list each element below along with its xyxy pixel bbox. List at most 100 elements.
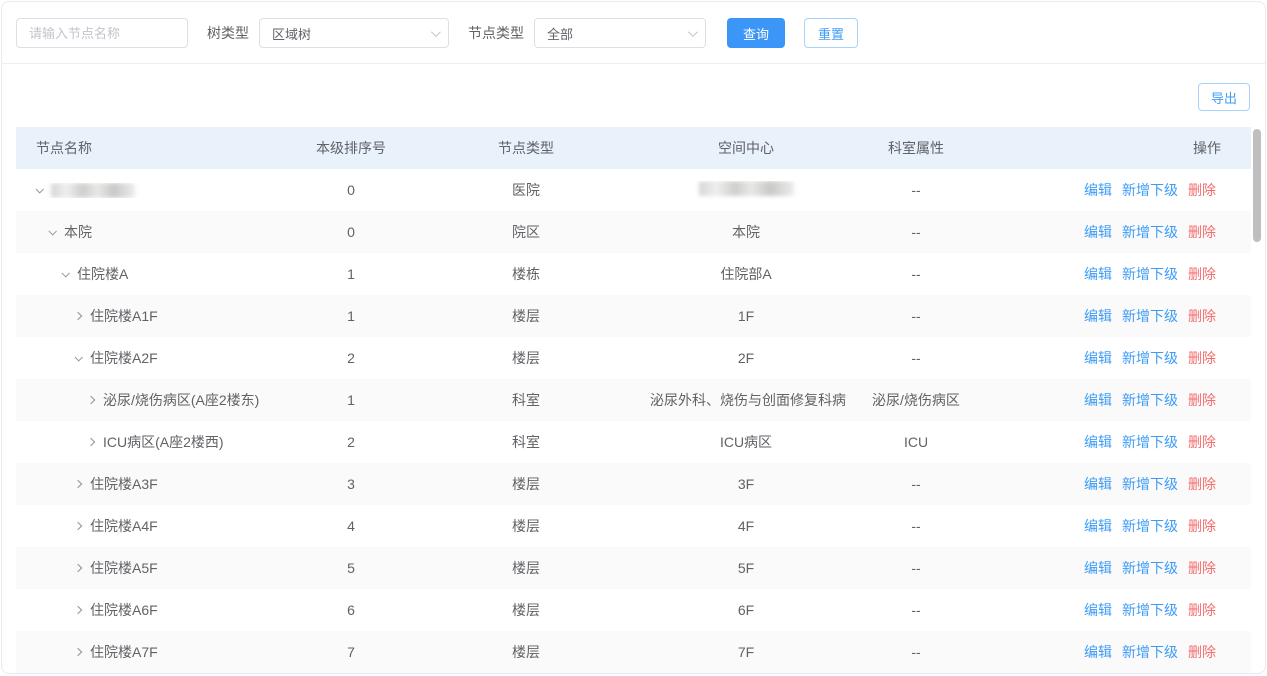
- edit-link[interactable]: 编辑: [1084, 642, 1112, 662]
- column-header-dept-attribute: 科室属性: [846, 138, 986, 158]
- edit-link[interactable]: 编辑: [1084, 558, 1112, 578]
- sort-number-cell: 7: [296, 644, 406, 660]
- operations-cell: 编辑新增下级删除: [986, 474, 1251, 494]
- add-child-link[interactable]: 新增下级: [1122, 558, 1178, 578]
- expand-icon[interactable]: [87, 396, 95, 404]
- table-row: 住院楼A2F2楼层2F--编辑新增下级删除: [16, 337, 1251, 379]
- edit-link[interactable]: 编辑: [1084, 348, 1112, 368]
- edit-link[interactable]: 编辑: [1084, 306, 1112, 326]
- delete-link[interactable]: 删除: [1188, 642, 1216, 662]
- node-name-cell: ICU病区(A座2楼西): [16, 432, 296, 452]
- expand-icon[interactable]: [87, 438, 95, 446]
- delete-link[interactable]: 删除: [1188, 600, 1216, 620]
- expand-icon[interactable]: [74, 480, 82, 488]
- node-type-cell: 科室: [406, 432, 646, 452]
- node-type-cell: 楼层: [406, 642, 646, 662]
- delete-link[interactable]: 删除: [1188, 264, 1216, 284]
- operations-cell: 编辑新增下级删除: [986, 348, 1251, 368]
- space-center-cell: 7F: [646, 644, 846, 660]
- edit-link[interactable]: 编辑: [1084, 516, 1112, 536]
- table-toolbar: 导出: [2, 64, 1265, 111]
- operations-cell: 编辑新增下级删除: [986, 432, 1251, 452]
- sort-number-cell: 4: [296, 518, 406, 534]
- add-child-link[interactable]: 新增下级: [1122, 348, 1178, 368]
- search-button[interactable]: 查询: [727, 18, 785, 48]
- add-child-link[interactable]: 新增下级: [1122, 474, 1178, 494]
- add-child-link[interactable]: 新增下级: [1122, 432, 1178, 452]
- add-child-link[interactable]: 新增下级: [1122, 306, 1178, 326]
- node-name-cell: 住院楼A3F: [16, 474, 296, 494]
- table-row: 住院楼A5F5楼层5F--编辑新增下级删除: [16, 547, 1251, 589]
- add-child-link[interactable]: 新增下级: [1122, 222, 1178, 242]
- delete-link[interactable]: 删除: [1188, 390, 1216, 410]
- table-row: 住院楼A3F3楼层3F--编辑新增下级删除: [16, 463, 1251, 505]
- operations-cell: 编辑新增下级删除: [986, 516, 1251, 536]
- sort-number-cell: 6: [296, 602, 406, 618]
- edit-link[interactable]: 编辑: [1084, 474, 1112, 494]
- add-child-link[interactable]: 新增下级: [1122, 390, 1178, 410]
- expand-icon[interactable]: [74, 312, 82, 320]
- delete-link[interactable]: 删除: [1188, 432, 1216, 452]
- node-name-text: 住院楼A6F: [90, 600, 158, 620]
- add-child-link[interactable]: 新增下级: [1122, 642, 1178, 662]
- table-header: 节点名称 本级排序号 节点类型 空间中心 科室属性 操作: [16, 127, 1251, 169]
- dept-attribute-cell: --: [846, 476, 986, 492]
- expand-icon[interactable]: [74, 522, 82, 530]
- edit-link[interactable]: 编辑: [1084, 600, 1112, 620]
- export-button[interactable]: 导出: [1198, 83, 1250, 111]
- expand-icon[interactable]: [74, 564, 82, 572]
- collapse-icon[interactable]: [74, 353, 82, 361]
- delete-link[interactable]: 删除: [1188, 516, 1216, 536]
- node-name-text: 住院楼A: [77, 264, 128, 284]
- operations-cell: 编辑新增下级删除: [986, 222, 1251, 242]
- space-center-cell: [646, 181, 846, 199]
- tree-type-select[interactable]: 区域树: [259, 18, 449, 48]
- edit-link[interactable]: 编辑: [1084, 180, 1112, 200]
- node-name-text: ICU病区(A座2楼西): [103, 432, 224, 452]
- edit-link[interactable]: 编辑: [1084, 222, 1112, 242]
- add-child-link[interactable]: 新增下级: [1122, 264, 1178, 284]
- collapse-icon[interactable]: [48, 227, 56, 235]
- sort-number-cell: 1: [296, 266, 406, 282]
- sort-number-cell: 0: [296, 224, 406, 240]
- operations-cell: 编辑新增下级删除: [986, 306, 1251, 326]
- column-header-node-name: 节点名称: [16, 138, 296, 158]
- node-name-text: 住院楼A3F: [90, 474, 158, 494]
- expand-icon[interactable]: [74, 648, 82, 656]
- collapse-icon[interactable]: [35, 185, 43, 193]
- delete-link[interactable]: 删除: [1188, 474, 1216, 494]
- edit-link[interactable]: 编辑: [1084, 432, 1112, 452]
- node-name-cell: 住院楼A2F: [16, 348, 296, 368]
- delete-link[interactable]: 删除: [1188, 348, 1216, 368]
- dept-attribute-cell: --: [846, 182, 986, 198]
- dept-attribute-cell: --: [846, 644, 986, 660]
- edit-link[interactable]: 编辑: [1084, 264, 1112, 284]
- add-child-link[interactable]: 新增下级: [1122, 600, 1178, 620]
- node-name-cell: 住院楼A1F: [16, 306, 296, 326]
- collapse-icon[interactable]: [61, 269, 69, 277]
- space-center-cell: 3F: [646, 476, 846, 492]
- operations-cell: 编辑新增下级删除: [986, 264, 1251, 284]
- node-type-value: 全部: [547, 24, 573, 43]
- delete-link[interactable]: 删除: [1188, 222, 1216, 242]
- add-child-link[interactable]: 新增下级: [1122, 516, 1178, 536]
- redacted-node-name: [51, 183, 135, 198]
- dept-attribute-cell: ICU: [846, 434, 986, 450]
- sort-number-cell: 5: [296, 560, 406, 576]
- space-center-cell: 1F: [646, 308, 846, 324]
- table-row: 住院楼A6F6楼层6F--编辑新增下级删除: [16, 589, 1251, 631]
- edit-link[interactable]: 编辑: [1084, 390, 1112, 410]
- table-row: ICU病区(A座2楼西)2科室ICU病区ICU编辑新增下级删除: [16, 421, 1251, 463]
- node-type-cell: 楼层: [406, 558, 646, 578]
- add-child-link[interactable]: 新增下级: [1122, 180, 1178, 200]
- node-type-select[interactable]: 全部: [534, 18, 706, 48]
- node-name-input[interactable]: [16, 18, 188, 48]
- node-name-cell: 住院楼A5F: [16, 558, 296, 578]
- delete-link[interactable]: 删除: [1188, 180, 1216, 200]
- reset-button[interactable]: 重置: [804, 18, 858, 48]
- delete-link[interactable]: 删除: [1188, 558, 1216, 578]
- node-name-text: 本院: [64, 222, 92, 242]
- vertical-scrollbar-thumb[interactable]: [1253, 129, 1261, 242]
- expand-icon[interactable]: [74, 606, 82, 614]
- delete-link[interactable]: 删除: [1188, 306, 1216, 326]
